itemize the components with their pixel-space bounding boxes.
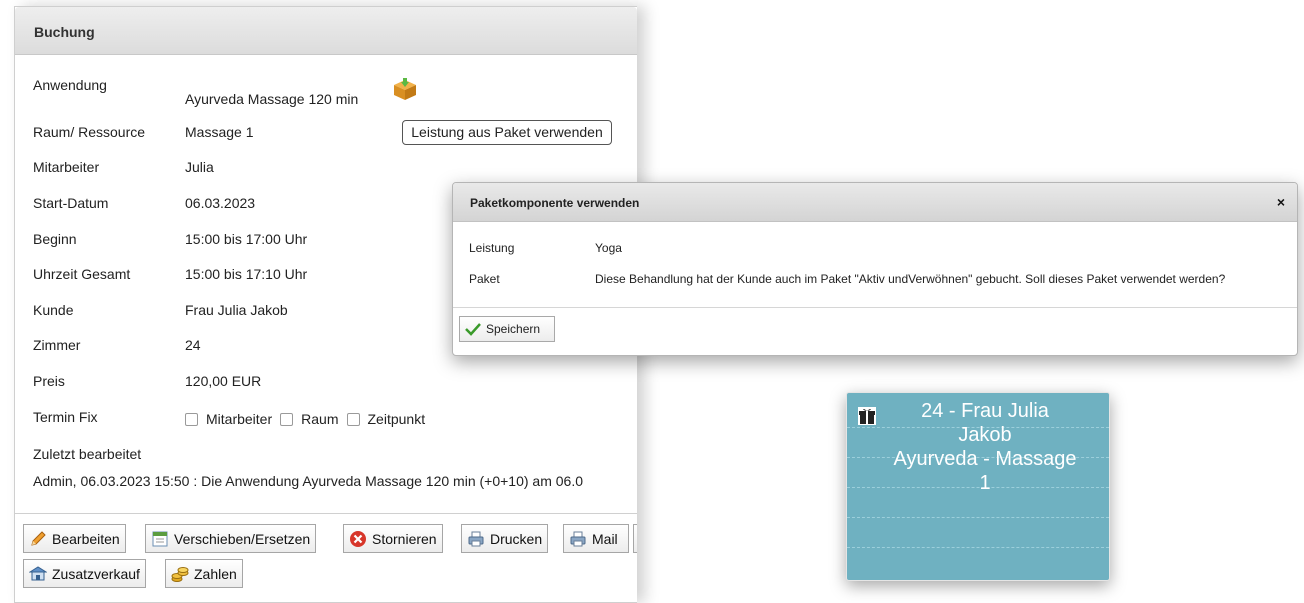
mitarbeiter-value: Julia	[185, 159, 214, 175]
booking-header	[15, 7, 637, 55]
paket-label: Paket	[469, 272, 500, 286]
leistung-value: Yoga	[595, 241, 622, 255]
uhrzeit-gesamt-value: 15:00 bis 17:10 Uhr	[185, 266, 308, 282]
zimmer-label: Zimmer	[33, 337, 81, 353]
checkmark-icon	[465, 323, 481, 336]
calendar-appointment-card[interactable]: 24 - Frau Julia Jakob Ayurveda - Massage…	[846, 392, 1110, 581]
raum-label: Raum/ Ressource	[33, 124, 146, 140]
card-line-4: 1	[979, 472, 991, 494]
button-bar-divider	[15, 513, 637, 514]
pay-button-label: Zahlen	[194, 565, 237, 582]
print-button[interactable]: Drucken	[461, 524, 549, 553]
use-package-service-button[interactable]: Leistung aus Paket verwenden	[402, 120, 612, 145]
extra-sale-button-label: Zusatzverkauf	[52, 565, 140, 582]
kunde-value[interactable]: Frau Julia Jakob	[185, 302, 288, 318]
pay-button[interactable]: Zahlen	[165, 559, 243, 588]
printer-icon	[468, 531, 484, 546]
zeitpunkt-checkbox[interactable]	[346, 412, 360, 426]
last-edited-label: Zuletzt bearbeitet	[33, 446, 142, 462]
dialog-title: Paketkomponente verwenden	[470, 196, 640, 210]
uhrzeit-gesamt-label: Uhrzeit Gesamt	[33, 266, 131, 282]
print-button-label: Drucken	[490, 530, 543, 547]
leistung-label: Leistung	[469, 241, 515, 255]
last-edited-text: Admin, 06.03.2023 15:50 : Die Anwendung …	[33, 473, 583, 489]
move-replace-button[interactable]: Verschieben/Ersetzen	[145, 524, 317, 553]
start-datum-value: 06.03.2023	[185, 195, 256, 211]
mail-button[interactable]: Mail	[563, 524, 629, 553]
mail-printer-icon	[570, 531, 586, 546]
card-grid-line	[847, 547, 1109, 548]
preis-label: Preis	[33, 373, 65, 389]
mail-button-label: Mail	[592, 530, 618, 547]
kunde-label: Kunde	[33, 302, 74, 318]
save-button-label: Speichern	[486, 322, 541, 336]
calendar-icon	[152, 531, 168, 546]
extra-sale-button[interactable]: Zusatzverkauf	[23, 559, 146, 588]
package-icon[interactable]	[392, 78, 418, 102]
cancel-booking-button-label: Stornieren	[372, 530, 437, 547]
dialog-footer-divider	[453, 307, 1297, 308]
card-text: 24 - Frau Julia Jakob Ayurveda - Massage…	[861, 399, 1109, 495]
move-replace-button-label: Verschieben/Ersetzen	[174, 530, 311, 547]
cancel-booking-button[interactable]: Stornieren	[343, 524, 443, 553]
booking-title: Buchung	[34, 24, 95, 40]
beginn-value: 15:00 bis 17:00 Uhr	[185, 231, 308, 247]
preis-value: 120,00 EUR	[185, 373, 262, 389]
card-line-2: Jakob	[958, 424, 1012, 446]
edit-button-label: Bearbeiten	[52, 530, 120, 547]
shop-icon	[29, 565, 47, 580]
anwendung-value: Ayurveda Massage 120 min	[185, 91, 359, 107]
raum-value: Massage 1	[185, 124, 254, 140]
dialog-header: Paketkomponente verwenden ×	[453, 183, 1297, 222]
package-component-dialog: Paketkomponente verwenden × Leistung Yog…	[452, 182, 1298, 356]
zimmer-value: 24	[185, 337, 201, 353]
mitarbeiter-checkbox-label[interactable]: Mitarbeiter	[206, 411, 272, 427]
cancel-icon	[350, 530, 366, 547]
raum-checkbox[interactable]	[280, 412, 294, 426]
termin-fix-options: Mitarbeiter Raum Zeitpunkt	[185, 411, 433, 427]
edit-button[interactable]: Bearbeiten	[23, 524, 126, 553]
mitarbeiter-checkbox[interactable]	[185, 412, 198, 426]
beginn-label: Beginn	[33, 231, 77, 247]
zeitpunkt-checkbox-label[interactable]: Zeitpunkt	[368, 411, 426, 427]
more-button-edge[interactable]	[633, 524, 637, 553]
termin-fix-label: Termin Fix	[33, 409, 98, 425]
save-button[interactable]: Speichern	[459, 316, 555, 342]
raum-checkbox-label[interactable]: Raum	[301, 411, 338, 427]
close-icon[interactable]: ×	[1277, 194, 1285, 210]
start-datum-label: Start-Datum	[33, 195, 109, 211]
paket-value: Diese Behandlung hat der Kunde auch im P…	[595, 272, 1226, 286]
coins-icon	[171, 566, 189, 582]
card-line-1: 24 - Frau Julia	[921, 400, 1049, 422]
card-line-3: Ayurveda - Massage	[893, 448, 1077, 470]
card-grid-line	[847, 517, 1109, 518]
pencil-icon	[31, 530, 46, 546]
anwendung-label: Anwendung	[33, 77, 107, 93]
mitarbeiter-label: Mitarbeiter	[33, 159, 100, 175]
